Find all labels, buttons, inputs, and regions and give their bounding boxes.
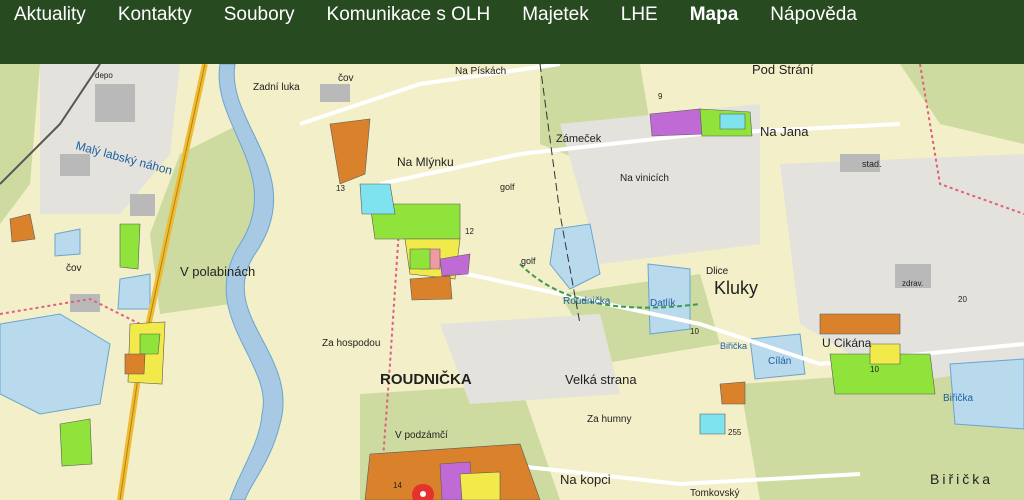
nav-item-napoveda[interactable]: Nápověda (754, 0, 873, 30)
label-pod-strani: Pod Strání (752, 64, 814, 77)
label-cov-left: čov (66, 263, 82, 274)
label-biricka-3: Biřička (930, 471, 993, 487)
label-golf-1: golf (500, 182, 515, 192)
label-na-mlynku: Na Mlýnku (397, 155, 454, 169)
label-20: 20 (958, 295, 967, 304)
label-kluky: Kluky (714, 278, 758, 298)
label-roudnicka-lake: Roudnička (563, 296, 611, 307)
nav-item-soubory[interactable]: Soubory (208, 0, 311, 30)
label-zadni-luka: Zadní luka (253, 82, 300, 93)
label-cov-top: čov (338, 73, 354, 84)
label-10b: 10 (870, 365, 879, 374)
label-za-humny: Za humny (587, 414, 631, 425)
label-biricka-1: Biřička (720, 341, 747, 351)
label-14: 14 (393, 481, 402, 490)
nav-item-komunikace-s-olh[interactable]: Komunikace s OLH (311, 0, 507, 30)
label-na-kopci: Na kopci (560, 472, 611, 487)
label-12: 12 (465, 227, 474, 236)
nav-item-mapa[interactable]: Mapa (674, 0, 755, 30)
label-za-hospodou: Za hospodou (322, 338, 380, 349)
main-menu: Aktuality Kontakty Soubory Komunikace s … (0, 0, 873, 30)
label-golf-2: golf (521, 256, 536, 266)
map-viewport[interactable]: Zadní luka čov Na Pískách Pod Strání dep… (0, 64, 1024, 500)
nav-item-kontakty[interactable]: Kontakty (102, 0, 208, 30)
label-u-cikana: U Cikána (822, 336, 872, 350)
nav-item-aktuality[interactable]: Aktuality (0, 0, 102, 30)
label-zamecek: Zámeček (556, 133, 602, 145)
label-255: 255 (728, 428, 742, 437)
nav-item-majetek[interactable]: Majetek (506, 0, 605, 30)
label-velka-strana: Velká strana (565, 372, 637, 387)
label-9: 9 (658, 92, 663, 101)
label-depo: depo (95, 71, 113, 80)
label-na-piskach: Na Pískách (455, 66, 506, 77)
label-zdrav: zdrav. (902, 279, 923, 288)
label-tomkovsky: Tomkovský (690, 488, 739, 499)
label-v-podzamci: V podzámčí (395, 430, 448, 441)
label-10a: 10 (690, 327, 699, 336)
label-stad: stad. (862, 159, 882, 169)
label-dlice: Dlice (706, 266, 729, 277)
label-biricka-2: Biřička (943, 393, 973, 404)
nav-item-lhe[interactable]: LHE (605, 0, 674, 30)
label-na-vinicich: Na vinicích (620, 173, 669, 184)
top-navigation-bar: Aktuality Kontakty Soubory Komunikace s … (0, 0, 1024, 64)
label-cilan: Cílán (768, 356, 791, 367)
label-v-polabinach: V polabinách (180, 264, 255, 279)
label-na-jana: Na Jana (760, 124, 809, 139)
label-datlik: Datlík (650, 298, 677, 309)
label-roudnicka-village: ROUDNIČKA (380, 370, 472, 388)
map-canvas[interactable]: Zadní luka čov Na Pískách Pod Strání dep… (0, 64, 1024, 500)
label-13: 13 (336, 184, 345, 193)
